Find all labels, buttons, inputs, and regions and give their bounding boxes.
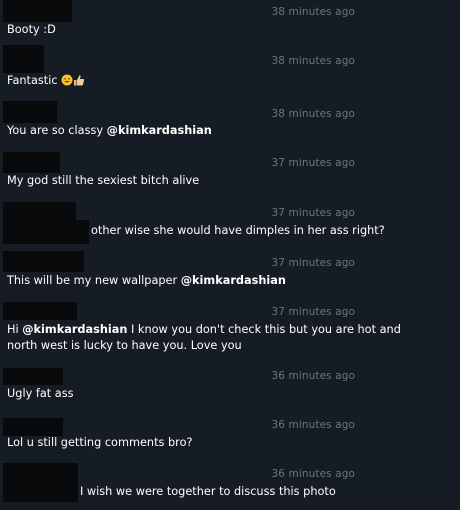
comment-text: other wise she would have dimples in her… [91, 223, 385, 239]
user-mention[interactable]: @kimkardashian [107, 124, 212, 137]
comment-body: I wish we were together to discuss this … [80, 485, 336, 498]
comment-timestamp: 36 minutes ago [271, 468, 355, 480]
comment-feed: 38 minutes ago Booty :D 38 minutes ago F… [0, 0, 460, 510]
redacted-username [3, 418, 63, 436]
redacted-username [3, 368, 63, 385]
comment-body: Booty :D [7, 23, 56, 36]
comment-timestamp: 36 minutes ago [271, 370, 355, 382]
redacted-username [3, 152, 60, 173]
thumbs-up-icon [73, 74, 85, 91]
comment-timestamp: 38 minutes ago [271, 108, 355, 120]
redacted-username [3, 463, 78, 483]
redacted-username [3, 45, 44, 73]
comment-body: Lol u still getting comments bro? [7, 436, 193, 449]
comment-text: Fantastic [7, 73, 85, 91]
redacted-username [3, 482, 78, 502]
comment-text: Hi @kimkardashian I know you don't check… [7, 322, 427, 354]
comment-timestamp: 37 minutes ago [271, 157, 355, 169]
comment-timestamp: 38 minutes ago [271, 55, 355, 67]
comment-timestamp: 37 minutes ago [271, 257, 355, 269]
comment-body: Ugly fat ass [7, 387, 74, 400]
comment-text: My god still the sexiest bitch alive [7, 173, 199, 189]
user-mention[interactable]: @kimkardashian [22, 323, 127, 336]
comment-text: Ugly fat ass [7, 386, 73, 402]
comment-timestamp: 37 minutes ago [271, 207, 355, 219]
redacted-username [3, 0, 72, 22]
redacted-username [3, 202, 76, 222]
comment-body: other wise she would have dimples in her… [91, 224, 385, 237]
redacted-username [3, 251, 84, 272]
redacted-username [3, 220, 89, 244]
comment-body: You are so classy [7, 124, 107, 137]
redacted-username [3, 101, 57, 123]
user-mention[interactable]: @kimkardashian [181, 274, 286, 287]
comment-body: Hi [7, 323, 23, 336]
grinning-face-icon [61, 74, 73, 91]
comment-timestamp: 37 minutes ago [271, 306, 355, 318]
comment-text: Lol u still getting comments bro? [7, 435, 192, 451]
comment-text: This will be my new wallpaper @kimkardas… [7, 273, 286, 289]
comment-text: I wish we were together to discuss this … [80, 484, 336, 500]
comment-timestamp: 36 minutes ago [271, 419, 355, 431]
comment-body: My god still the sexiest bitch alive [7, 174, 200, 187]
comment-text: You are so classy @kimkardashian [7, 123, 212, 139]
redacted-username [3, 302, 77, 320]
comment-body: Fantastic [7, 74, 58, 87]
comment-body: This will be my new wallpaper [7, 274, 181, 287]
comment-timestamp: 38 minutes ago [271, 6, 355, 18]
comment-text: Booty :D [7, 22, 56, 38]
